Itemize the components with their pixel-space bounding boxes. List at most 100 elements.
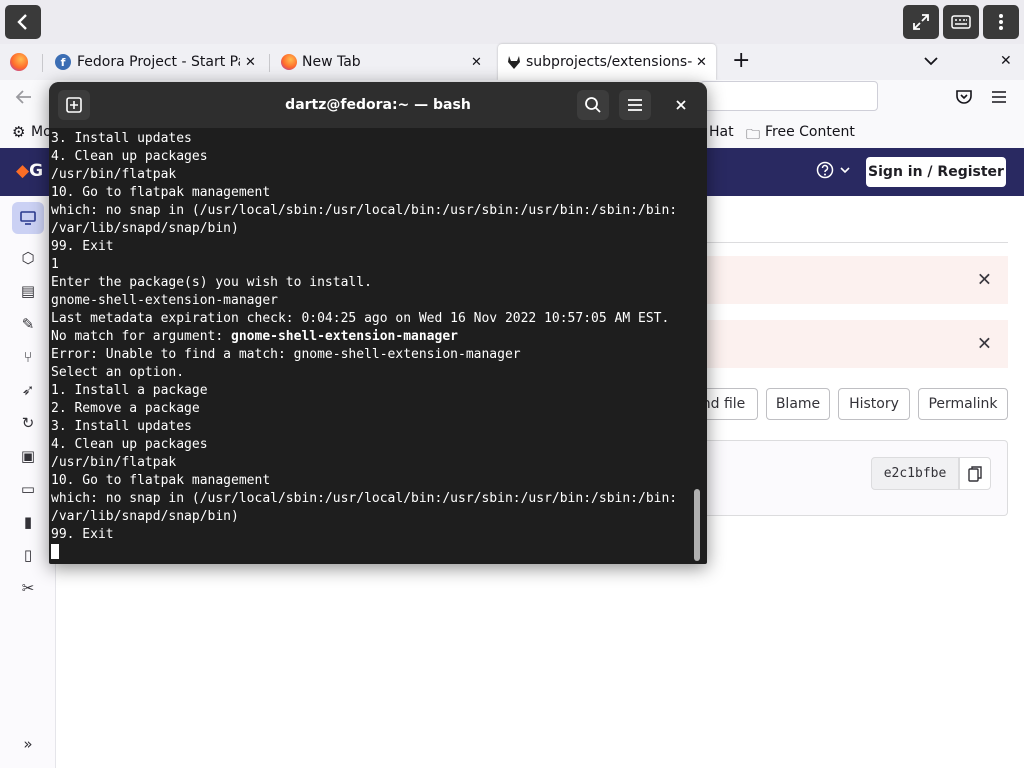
- terminal-line: Error: Unable to find a match: gnome-she…: [51, 347, 521, 362]
- terminal-line: /var/lib/snapd/snap/bin): [51, 221, 239, 236]
- terminal-bold-text: gnome-shell-extension-manager: [231, 329, 458, 344]
- close-icon: [676, 100, 686, 110]
- monitor-icon: [20, 211, 36, 225]
- terminal-line: 99. Exit: [51, 239, 114, 254]
- issues-icon[interactable]: ✎: [18, 314, 38, 334]
- remote-session-toolbar: [0, 0, 1024, 44]
- terminal-line: which: no snap in (/usr/local/sbin:/usr/…: [51, 491, 678, 506]
- project-avatar[interactable]: [12, 202, 44, 234]
- terminal-line: /var/lib/snapd/snap/bin): [51, 509, 239, 524]
- terminal-line: Enter the package(s) you wish to install…: [51, 275, 372, 290]
- kebab-menu-icon: [999, 14, 1003, 30]
- close-icon[interactable]: ✕: [245, 55, 256, 70]
- alert-banner: ✕: [706, 320, 1008, 368]
- close-window-button[interactable]: [669, 94, 693, 116]
- repository-icon[interactable]: ▤: [18, 281, 38, 301]
- close-icon[interactable]: ✕: [977, 334, 992, 355]
- browser-tab-strip: f Fedora Project - Start Page ✕ New Tab …: [0, 44, 1024, 80]
- tab-gitlab-subprojects[interactable]: subprojects/extensions-app ✕: [498, 44, 716, 80]
- terminal-menu-button[interactable]: [619, 90, 651, 120]
- text-cursor: [51, 544, 59, 559]
- permalink-button[interactable]: Permalink: [918, 388, 1008, 420]
- sign-in-register-button[interactable]: Sign in / Register: [866, 157, 1006, 187]
- close-icon[interactable]: ✕: [696, 55, 707, 70]
- search-icon: [585, 97, 601, 113]
- tab-label: Fedora Project - Start Page: [77, 54, 240, 70]
- alert-banner: ✕: [706, 256, 1008, 304]
- terminal-line: 99. Exit: [51, 527, 114, 542]
- bookmark-free-content[interactable]: Free Content: [765, 124, 855, 140]
- terminal-line: 4. Clean up packages: [51, 149, 208, 164]
- terminal-line: which: no snap in (/usr/local/sbin:/usr/…: [51, 203, 678, 218]
- terminal-line: 2. Remove a package: [51, 401, 200, 416]
- terminal-line: 10. Go to flatpak management: [51, 185, 271, 200]
- terminal-window[interactable]: dartz@fedora:~ — bash 3. Install updates…: [49, 82, 707, 564]
- merge-requests-icon[interactable]: ⑂: [18, 347, 38, 367]
- keyboard-button[interactable]: [943, 5, 979, 39]
- analytics-icon[interactable]: ▮: [18, 512, 38, 532]
- terminal-line: 4. Clean up packages: [51, 437, 208, 452]
- terminal-line: 3. Install updates: [51, 419, 192, 434]
- hamburger-menu-icon: [628, 99, 642, 111]
- history-button[interactable]: History: [838, 388, 910, 420]
- project-info-icon[interactable]: ⬡: [18, 248, 38, 268]
- more-menu-button[interactable]: [983, 5, 1019, 39]
- close-icon[interactable]: ✕: [471, 55, 482, 70]
- new-tab-button[interactable]: +: [732, 48, 750, 73]
- chevron-left-icon: [17, 14, 27, 30]
- pocket-icon[interactable]: [955, 88, 973, 106]
- gitlab-icon: [508, 56, 520, 69]
- terminal-line: /usr/bin/flatpak: [51, 167, 177, 182]
- copy-sha-button[interactable]: [959, 457, 991, 490]
- commit-sha[interactable]: e2c1bfbe: [871, 457, 959, 490]
- gitlab-sidebar: ⬡ ▤ ✎ ⑂ ➶ ↻ ▣ ▭ ▮ ▯ ✂ »: [0, 196, 56, 768]
- close-icon[interactable]: ✕: [977, 270, 992, 291]
- expand-icon: [913, 14, 929, 30]
- terminal-line: Last metadata expiration check: 0:04:25 …: [51, 311, 670, 326]
- packages-icon[interactable]: ▣: [18, 446, 38, 466]
- tab-fedora-start[interactable]: f Fedora Project - Start Page ✕: [48, 44, 268, 80]
- url-bar[interactable]: [700, 81, 878, 111]
- terminal-line: 1. Install a package: [51, 383, 208, 398]
- terminal-line: No match for argument: gnome-shell-exten…: [51, 328, 691, 346]
- terminal-line: gnome-shell-extension-manager: [51, 293, 278, 308]
- bookmark-red-hat[interactable]: Hat: [709, 124, 734, 140]
- collapse-sidebar-icon[interactable]: »: [18, 734, 38, 754]
- monitor-icon[interactable]: ▭: [18, 479, 38, 499]
- terminal-line: 3. Install updates: [51, 131, 192, 146]
- terminal-text: No match for argument:: [51, 329, 232, 344]
- folder-icon: 🗀: [746, 127, 760, 143]
- firefox-icon: [281, 54, 297, 70]
- terminal-line: 10. Go to flatpak management: [51, 473, 271, 488]
- tab-label: subprojects/extensions-app: [526, 54, 693, 70]
- fedora-icon: f: [55, 54, 71, 70]
- hamburger-menu-icon[interactable]: [991, 90, 1007, 104]
- tanuki-icon: ◆: [16, 161, 30, 181]
- ci-cd-rocket-icon[interactable]: ➶: [18, 380, 38, 400]
- fullscreen-button[interactable]: [903, 5, 939, 39]
- terminal-scrollbar[interactable]: [694, 489, 700, 561]
- gitlab-logo[interactable]: ◆G: [16, 161, 43, 181]
- search-button[interactable]: [577, 90, 609, 120]
- divider: [706, 242, 1008, 243]
- keyboard-icon: [951, 15, 971, 29]
- list-all-tabs-icon[interactable]: [924, 56, 938, 66]
- terminal-line: 1: [51, 257, 59, 272]
- terminal-line: /usr/bin/flatpak: [51, 455, 177, 470]
- firefox-view-icon[interactable]: [10, 53, 28, 71]
- tab-divider: [42, 54, 43, 72]
- blame-button[interactable]: Blame: [766, 388, 830, 420]
- copy-icon: [968, 465, 982, 482]
- wiki-icon[interactable]: ▯: [18, 545, 38, 565]
- terminal-prompt-line: [51, 544, 691, 562]
- back-button[interactable]: [5, 5, 41, 39]
- tab-new-tab[interactable]: New Tab ✕: [274, 44, 494, 80]
- close-window-icon[interactable]: ✕: [1000, 53, 1012, 69]
- snippets-icon[interactable]: ✂: [18, 578, 38, 598]
- terminal-output[interactable]: 3. Install updates 4. Clean up packages/u…: [51, 130, 691, 560]
- tab-divider: [269, 54, 270, 72]
- help-dropdown[interactable]: [816, 161, 850, 183]
- back-arrow-icon[interactable]: [15, 89, 33, 105]
- help-icon: [816, 161, 834, 179]
- deployments-icon[interactable]: ↻: [18, 413, 38, 433]
